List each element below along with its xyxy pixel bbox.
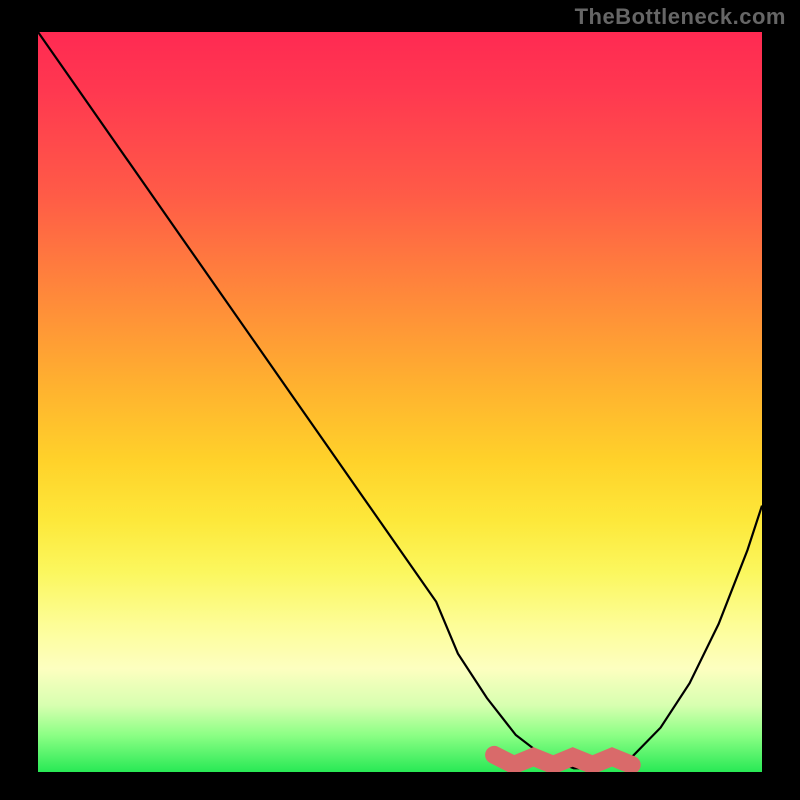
watermark-text: TheBottleneck.com bbox=[575, 4, 786, 30]
chart-frame: TheBottleneck.com bbox=[0, 0, 800, 800]
plot-area bbox=[38, 32, 762, 772]
bottleneck-curve bbox=[38, 32, 762, 768]
curve-layer bbox=[38, 32, 762, 772]
sweet-spot-band bbox=[494, 755, 632, 765]
